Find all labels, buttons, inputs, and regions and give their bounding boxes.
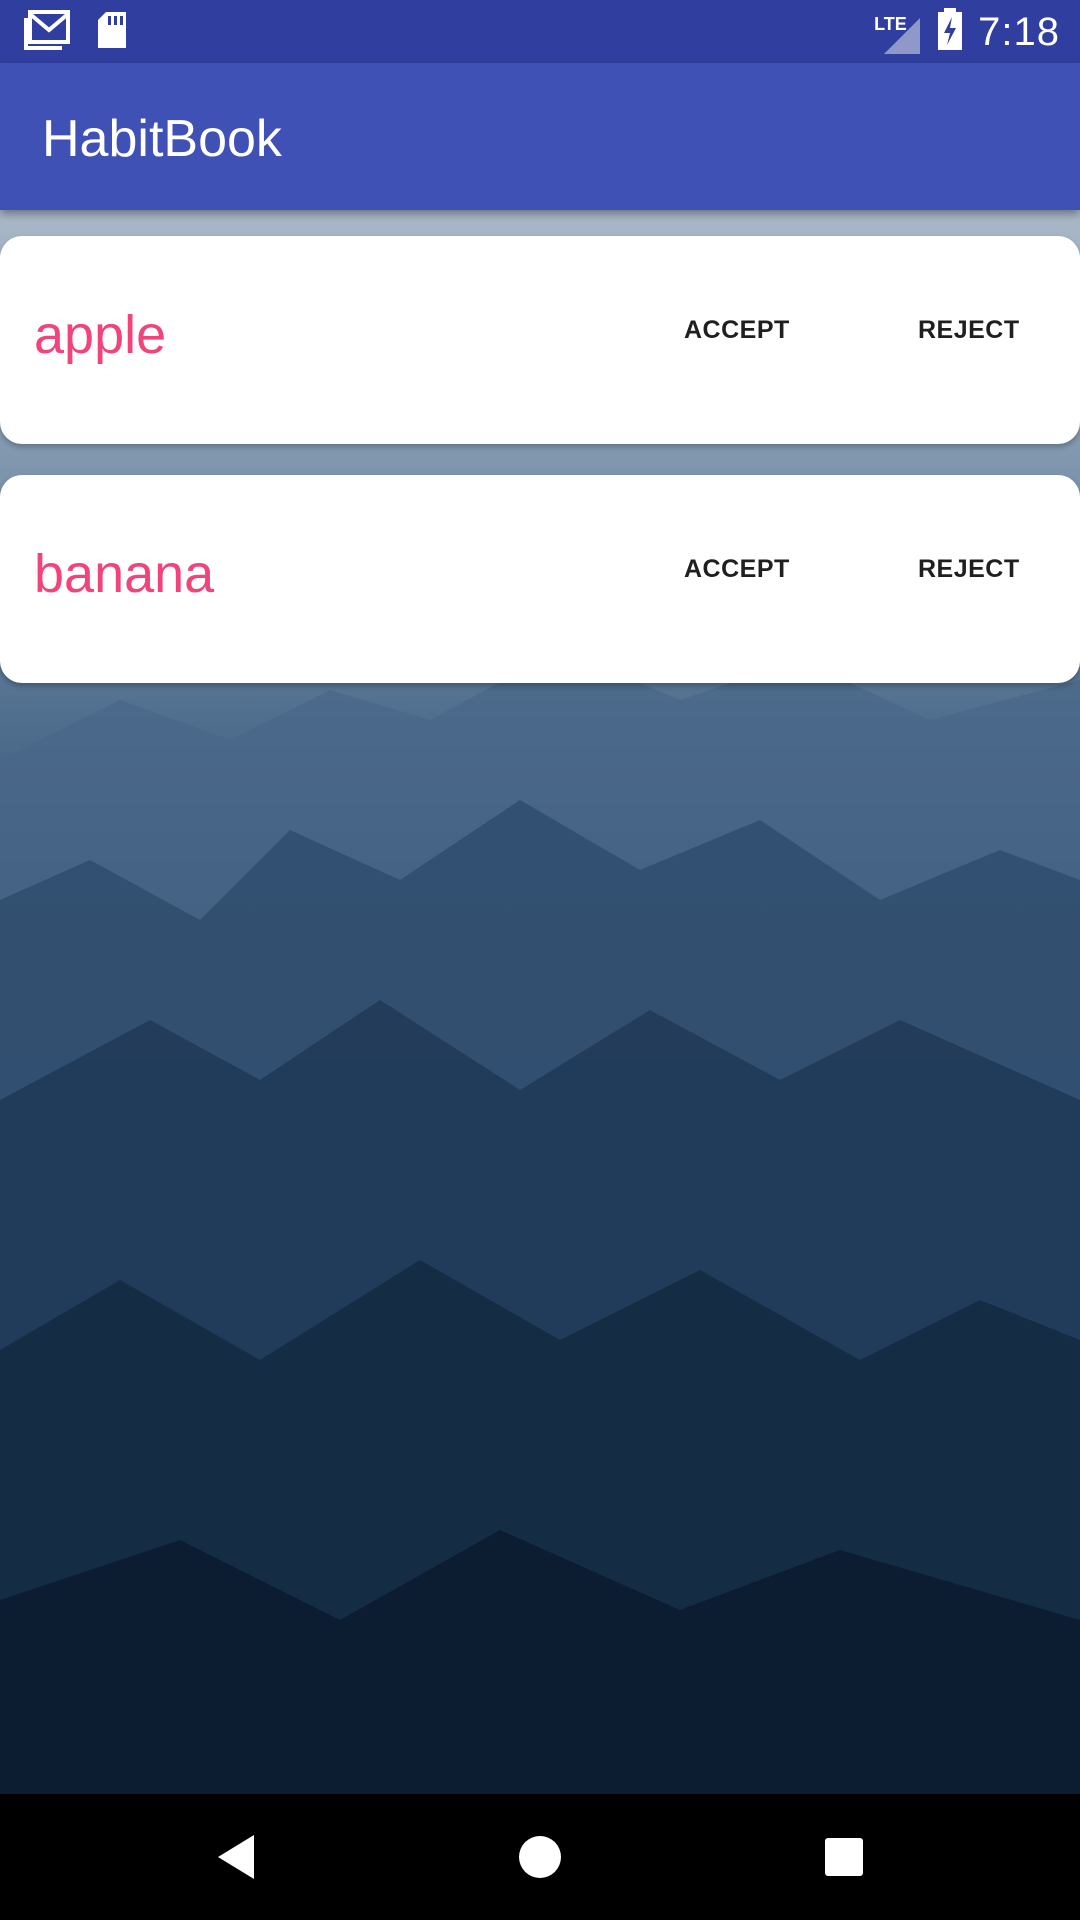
home-button[interactable] xyxy=(460,1794,620,1920)
request-card-banana: banana ACCEPT REJECT xyxy=(0,475,1080,683)
app-bar: HabitBook xyxy=(0,63,1080,210)
request-name: banana xyxy=(34,544,215,604)
gmail-icon xyxy=(24,10,70,55)
signal-icon: LTE xyxy=(874,8,922,56)
back-button[interactable] xyxy=(156,1794,316,1920)
reject-button[interactable]: REJECT xyxy=(918,316,1020,345)
recents-icon xyxy=(825,1838,863,1876)
sd-card-icon xyxy=(96,10,128,55)
accept-button[interactable]: ACCEPT xyxy=(684,316,790,345)
status-time: 7:18 xyxy=(978,9,1060,54)
status-bar: LTE 7:18 xyxy=(0,0,1080,63)
back-icon xyxy=(218,1835,254,1879)
app-title: HabitBook xyxy=(42,110,282,168)
accept-button[interactable]: ACCEPT xyxy=(684,555,790,584)
request-card-apple: apple ACCEPT REJECT xyxy=(0,236,1080,444)
recents-button[interactable] xyxy=(764,1794,924,1920)
battery-charging-icon xyxy=(936,7,964,57)
navigation-bar xyxy=(0,1794,1080,1920)
reject-button[interactable]: REJECT xyxy=(918,555,1020,584)
home-icon xyxy=(519,1836,561,1878)
request-name: apple xyxy=(34,305,167,365)
